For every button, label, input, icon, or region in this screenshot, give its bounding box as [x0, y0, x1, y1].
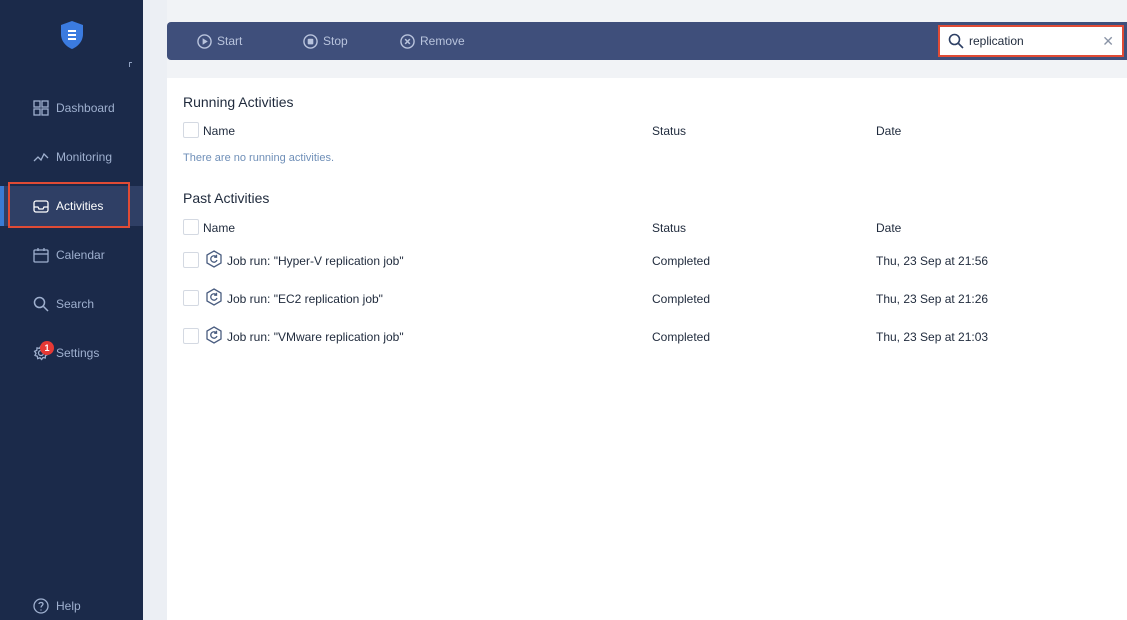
column-header-name[interactable]: Name — [203, 124, 235, 138]
sidebar-item-label: Monitoring — [56, 150, 113, 164]
sidebar-item-search[interactable]: Search — [0, 284, 143, 324]
sidebar-item-settings[interactable]: Settings — [0, 333, 143, 373]
activities-inbox-icon — [33, 200, 49, 213]
sidebar-item-label: Calendar — [56, 248, 105, 262]
collapse-sidebar-icon[interactable] — [129, 62, 132, 67]
sidebar-item-help[interactable]: Help — [0, 586, 143, 620]
help-circle-icon — [33, 598, 49, 614]
start-label: Start — [217, 34, 243, 48]
stop-label: Stop — [323, 34, 348, 48]
start-button[interactable]: Start — [197, 22, 242, 60]
toolbar: Start Stop Remove ✕ — [167, 22, 1127, 60]
activity-date: Thu, 23 Sep at 21:26 — [876, 292, 989, 306]
gutter — [143, 0, 167, 620]
sidebar-item-calendar[interactable]: Calendar — [0, 235, 143, 275]
search-box: ✕ — [938, 25, 1124, 57]
select-all-running-checkbox[interactable] — [183, 122, 199, 138]
job-run-icon — [206, 326, 222, 344]
remove-button[interactable]: Remove — [400, 22, 465, 60]
stop-circle-icon — [303, 33, 318, 49]
column-header-status[interactable]: Status — [652, 221, 686, 235]
sidebar-item-label: Activities — [56, 199, 104, 213]
row-checkbox[interactable] — [183, 252, 199, 268]
activity-name[interactable]: Job run: "VMware replication job" — [227, 330, 404, 344]
activity-status: Completed — [652, 292, 711, 306]
stop-button[interactable]: Stop — [303, 22, 348, 60]
sidebar-item-label: Settings — [56, 346, 100, 360]
search-icon — [948, 33, 964, 49]
calendar-icon — [33, 248, 49, 263]
activity-date: Thu, 23 Sep at 21:56 — [876, 254, 989, 268]
row-checkbox[interactable] — [183, 328, 199, 344]
row-checkbox[interactable] — [183, 290, 199, 306]
column-header-status[interactable]: Status — [652, 124, 686, 138]
sidebar-item-activities[interactable]: Activities — [0, 186, 143, 226]
sidebar: Dashboard Monitoring Activities Calendar… — [0, 0, 143, 620]
monitoring-chart-icon — [33, 152, 49, 162]
past-activities-title: Past Activities — [183, 190, 270, 206]
job-run-icon — [206, 288, 222, 306]
search-icon — [33, 296, 49, 312]
play-circle-icon — [197, 33, 212, 49]
activity-status: Completed — [652, 330, 711, 344]
search-input[interactable] — [969, 34, 1089, 48]
remove-circle-icon — [400, 33, 415, 49]
sidebar-item-label: Dashboard — [56, 101, 115, 115]
activity-status: Completed — [652, 254, 711, 268]
column-header-name[interactable]: Name — [203, 221, 235, 235]
sidebar-item-label: Help — [56, 599, 81, 613]
sidebar-item-monitoring[interactable]: Monitoring — [0, 137, 143, 177]
activity-date: Thu, 23 Sep at 21:03 — [876, 330, 989, 344]
sidebar-item-label: Search — [56, 297, 95, 311]
select-all-past-checkbox[interactable] — [183, 219, 199, 235]
running-activities-title: Running Activities — [183, 94, 294, 110]
column-header-date[interactable]: Date — [876, 221, 901, 235]
sidebar-item-dashboard[interactable]: Dashboard — [0, 88, 143, 128]
empty-running-message: There are no running activities. — [183, 152, 335, 164]
activity-name[interactable]: Job run: "Hyper-V replication job" — [227, 254, 404, 268]
main-content: Running Activities Name Status Date Ther… — [167, 78, 1127, 620]
logo-shield-icon[interactable] — [60, 20, 84, 50]
clear-search-icon[interactable]: ✕ — [1102, 34, 1114, 48]
notification-badge: 1 — [40, 341, 54, 355]
activity-name[interactable]: Job run: "EC2 replication job" — [227, 292, 383, 306]
column-header-date[interactable]: Date — [876, 124, 901, 138]
remove-label: Remove — [420, 34, 465, 48]
dashboard-grid-icon — [33, 100, 49, 116]
job-run-icon — [206, 250, 222, 268]
